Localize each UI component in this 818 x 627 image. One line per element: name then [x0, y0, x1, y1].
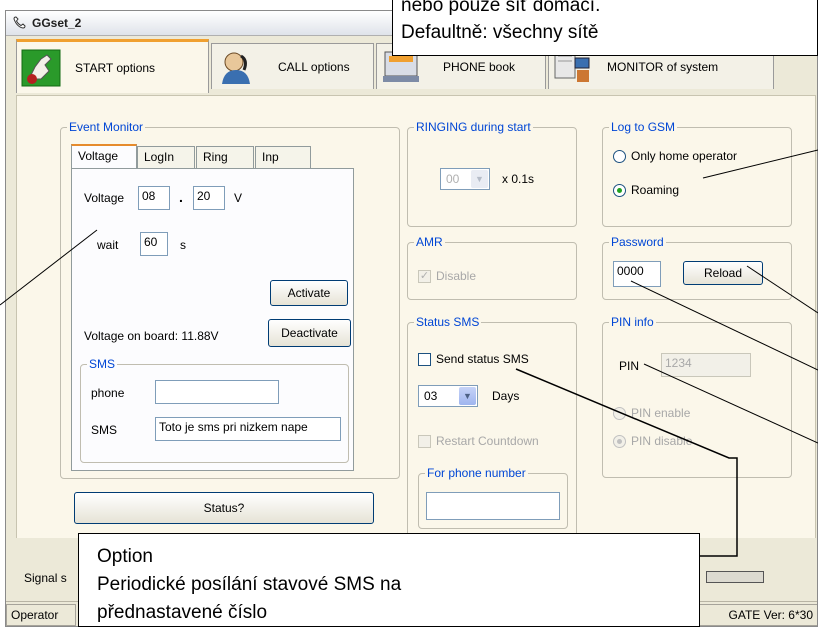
pointer-line-status-sms [515, 368, 738, 557]
pointer-line-reload [746, 265, 818, 314]
pointer-line-log-gsm [702, 149, 818, 179]
pointer-line-pin [643, 363, 818, 444]
callout-pointer-lines [0, 149, 818, 557]
pointer-line-voltage [0, 229, 98, 306]
